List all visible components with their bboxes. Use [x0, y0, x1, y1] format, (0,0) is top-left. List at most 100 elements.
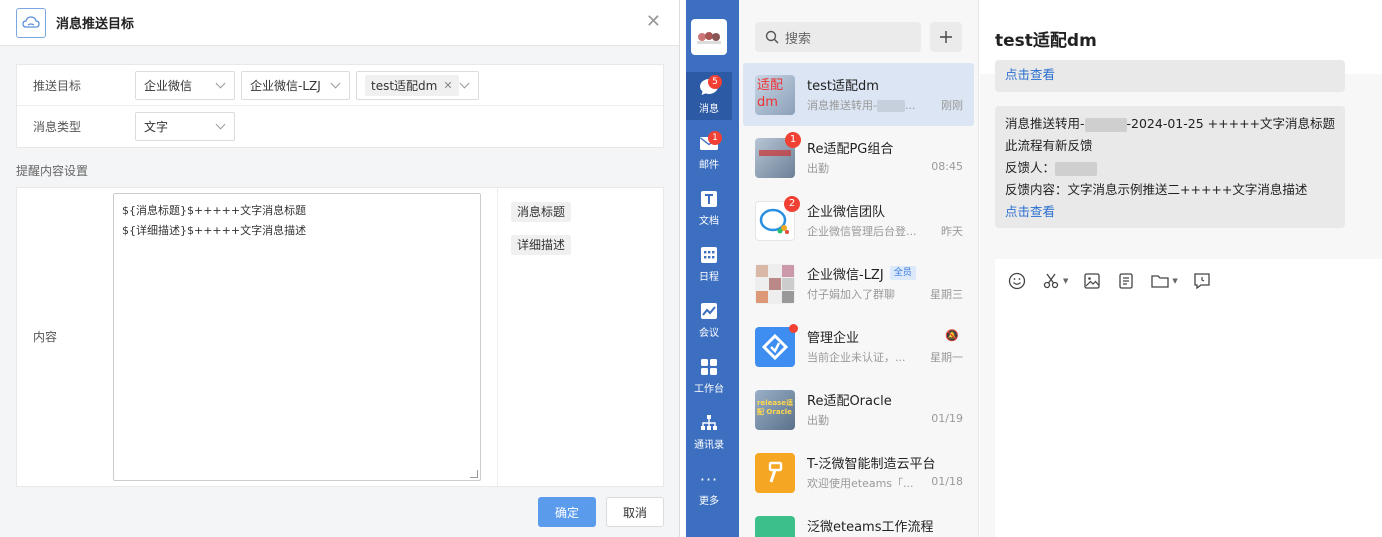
- nav-contacts[interactable]: 通讯录: [686, 408, 732, 456]
- message-text: 反馈人：: [1005, 160, 1056, 175]
- close-icon[interactable]: ✕: [646, 12, 661, 32]
- conversation-name-text: 企业微信-LZJ: [807, 267, 884, 283]
- message-text: -2024-01-25 +++++文字消息标题: [1126, 116, 1336, 131]
- conversation-item[interactable]: 适配dm test适配dm 消息推送转用-... 刚刚: [743, 63, 974, 126]
- conversation-avatar: 1: [755, 131, 801, 178]
- selected-group-tag: test适配dm ✕: [365, 74, 459, 96]
- unread-dot: [789, 323, 798, 333]
- message-text: 消息推送转用-: [1005, 116, 1085, 131]
- conversation-time: 08:45: [931, 159, 963, 173]
- more-icon: ···: [699, 469, 719, 489]
- nav-label: 消息: [699, 104, 719, 115]
- insert-title-button[interactable]: 消息标题: [511, 202, 572, 222]
- search-icon: [765, 30, 779, 44]
- nav-label: 文档: [699, 216, 719, 227]
- nav-label: 更多: [699, 496, 719, 507]
- nav-more[interactable]: ··· 更多: [686, 464, 732, 512]
- conversation-item[interactable]: 1 Re适配PG组合 出勤 08:45: [743, 126, 974, 189]
- target-channel-select[interactable]: 企业微信: [135, 70, 235, 100]
- preview-tail: ...: [904, 98, 916, 112]
- unread-badge: 2: [784, 195, 800, 212]
- conversation-list: 搜索 适配dm test适配dm 消息推送转用-... 刚刚 1 Re适配PG组…: [739, 0, 979, 537]
- target-channel-value: 企业微信: [144, 78, 193, 93]
- nav-workbench[interactable]: 工作台: [686, 352, 732, 400]
- user-avatar[interactable]: [691, 19, 727, 55]
- chevron-down-icon[interactable]: ▼: [1063, 277, 1068, 285]
- conversation-preview: 消息推送转用-...: [807, 97, 931, 113]
- target-row: 推送目标 企业微信 企业微信-LZJ test适配dm ✕: [17, 65, 663, 106]
- nav-mail[interactable]: 邮件 1: [686, 128, 732, 176]
- target-group-select[interactable]: test适配dm ✕: [356, 70, 479, 100]
- content-label: 内容: [33, 330, 58, 344]
- push-target-dialog: 消息推送目标 ✕ 推送目标 企业微信 企业微信-LZJ test适配dm ✕ 消…: [0, 0, 680, 537]
- cancel-button[interactable]: 取消: [606, 497, 664, 527]
- document-icon[interactable]: [1116, 271, 1136, 291]
- cloud-logo-icon: [16, 7, 46, 38]
- nav-meeting[interactable]: 会议: [686, 296, 732, 344]
- view-link[interactable]: 点击查看: [1005, 67, 1055, 82]
- folder-icon[interactable]: [1150, 271, 1170, 291]
- screenshot-scissors-icon[interactable]: [1041, 271, 1061, 291]
- resize-handle[interactable]: [470, 470, 478, 478]
- image-icon[interactable]: [1082, 271, 1102, 291]
- conversation-item[interactable]: 泛微eteams工作流程: [743, 504, 974, 537]
- conversation-preview: 企业微信管理后台登...: [807, 224, 917, 238]
- manage-enterprise-avatar: [755, 323, 798, 367]
- search-input[interactable]: 搜索: [755, 22, 921, 52]
- chevron-down-icon: [330, 78, 341, 88]
- conversation-body: 泛微eteams工作流程: [807, 516, 963, 537]
- preview-text: 消息推送转用-: [807, 98, 877, 112]
- chevron-down-icon: [215, 119, 226, 130]
- unread-badge: 5: [708, 75, 722, 89]
- conversation-name: 企业微信-LZJ 全员: [807, 264, 963, 283]
- add-button[interactable]: [930, 22, 962, 52]
- avatar-text: release适配 Oracle: [757, 398, 793, 416]
- chevron-down-icon: [459, 78, 470, 88]
- conversation-item[interactable]: 管理企业 🔕 当前企业未认证，... 星期一: [743, 315, 974, 378]
- view-link[interactable]: 点击查看: [1005, 204, 1055, 219]
- chevron-down-icon[interactable]: ▼: [1172, 277, 1177, 285]
- avatar-text: 适配dm: [757, 77, 784, 110]
- target-account-select[interactable]: 企业微信-LZJ: [241, 70, 350, 100]
- conversation-name: 泛微eteams工作流程: [807, 520, 934, 535]
- nav-label: 工作台: [694, 384, 724, 395]
- redacted-text: [1084, 117, 1127, 132]
- chat-panel: test适配dm 点击查看 消息推送转用- -2024-01-25 +++++文字…: [980, 0, 1382, 537]
- nav-docs[interactable]: 文档: [686, 184, 732, 232]
- meeting-icon: [699, 301, 719, 321]
- conversation-item[interactable]: release适配 Oracle Re适配Oracle 出勤 01/19: [743, 378, 974, 441]
- conversation-avatar: [755, 516, 795, 537]
- target-label: 推送目标: [33, 78, 82, 93]
- message-type-select[interactable]: 文字: [135, 112, 235, 141]
- selected-group-label: test适配dm: [371, 78, 438, 93]
- nav-label: 邮件: [699, 160, 719, 171]
- message-line: 此流程有新反馈: [1005, 138, 1093, 153]
- ok-button[interactable]: 确定: [538, 497, 596, 527]
- conversation-preview: 出勤: [807, 161, 829, 175]
- dialog-title: 消息推送目标: [56, 17, 135, 32]
- redacted-text: [876, 99, 905, 112]
- nav-calendar[interactable]: 日程: [686, 240, 732, 288]
- clock-message-icon[interactable]: [1192, 271, 1212, 291]
- nav-messages[interactable]: 消息 5: [686, 72, 732, 120]
- conversation-time: 昨天: [941, 224, 963, 238]
- app-nav-sidebar: 消息 5 邮件 1 文档 日程 会议 工作台 通讯录 ··· 更多: [686, 0, 739, 537]
- conversation-item[interactable]: 企业微信-LZJ 全员 付子娟加入了群聊 星期三: [743, 252, 974, 315]
- emoji-icon[interactable]: [1007, 271, 1027, 291]
- conversation-name: 企业微信团队: [807, 204, 886, 220]
- workbench-icon: [699, 357, 719, 377]
- content-textarea[interactable]: ${消息标题}$+++++文字消息标题 ${详细描述}$+++++文字消息描述: [113, 193, 481, 481]
- conversation-item[interactable]: T-泛微智能制造云平台 欢迎使用eteams「... 01/18: [743, 441, 974, 504]
- conversation-body: Re适配PG组合 出勤 08:45: [807, 138, 963, 178]
- conversation-body: 管理企业 🔕 当前企业未认证，... 星期一: [807, 327, 963, 367]
- insert-description-button[interactable]: 详细描述: [511, 235, 572, 255]
- conversation-item[interactable]: 2 企业微信团队 企业微信管理后台登... 昨天: [743, 189, 974, 252]
- contacts-icon: [699, 413, 719, 433]
- nav-label: 日程: [699, 272, 719, 283]
- target-form: 推送目标 企业微信 企业微信-LZJ test适配dm ✕ 消息类型 文字: [16, 64, 664, 148]
- remove-tag-icon[interactable]: ✕: [443, 79, 452, 92]
- conversation-name: test适配dm: [807, 78, 879, 94]
- document-icon: [699, 189, 719, 209]
- message-editor[interactable]: ▼ ▼: [995, 259, 1382, 537]
- conversation-time: 01/19: [931, 411, 963, 425]
